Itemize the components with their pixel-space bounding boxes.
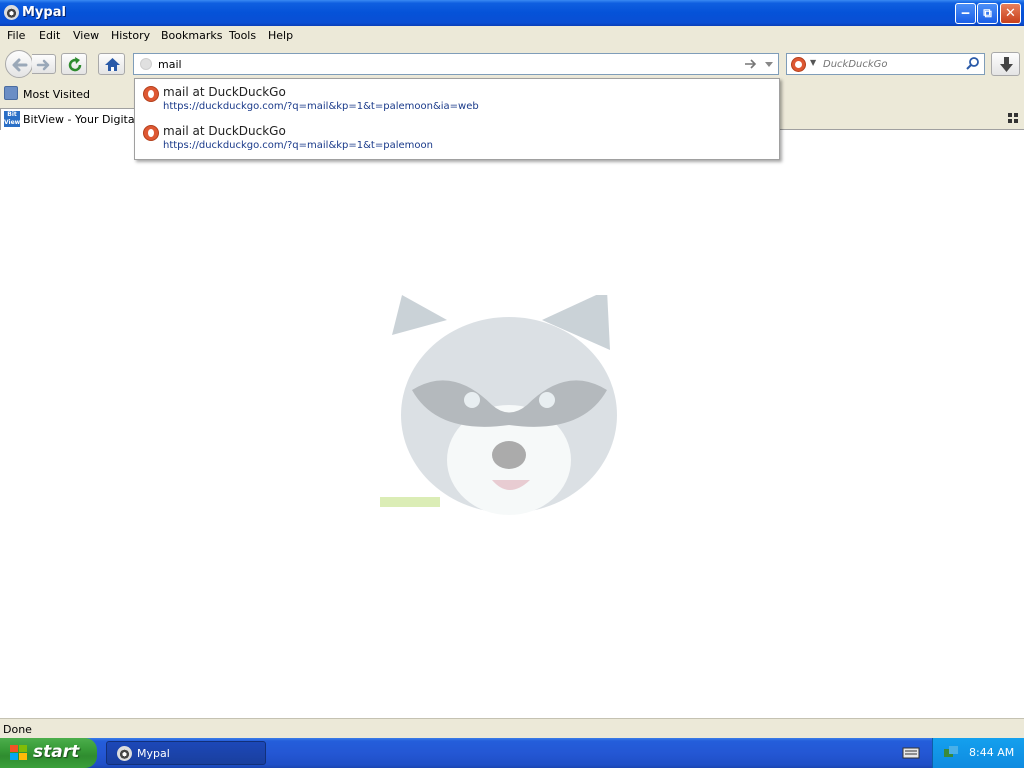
menu-edit[interactable]: Edit <box>39 29 60 42</box>
autocomplete-item[interactable]: mail at DuckDuckGo https://duckduckgo.co… <box>135 79 779 117</box>
tab-title: BitView - Your Digital Video Repository <box>23 113 138 126</box>
minimize-button[interactable]: ‒ <box>955 3 976 24</box>
home-button[interactable] <box>98 53 125 75</box>
navigation-toolbar: ▼ <box>0 46 1024 82</box>
site-identity-icon[interactable] <box>140 58 152 70</box>
system-tray: 8:44 AM <box>932 738 1024 768</box>
menu-tools[interactable]: Tools <box>229 29 256 42</box>
mypal-app-icon <box>117 746 132 761</box>
reload-button[interactable] <box>61 53 87 75</box>
history-dropdown-icon[interactable] <box>762 56 776 72</box>
reload-icon <box>68 57 82 72</box>
close-icon: ✕ <box>1005 6 1016 21</box>
back-arrow-icon <box>12 58 28 72</box>
back-button[interactable] <box>5 50 33 78</box>
autocomplete-title: mail at DuckDuckGo <box>163 124 286 138</box>
restore-icon: ⧉ <box>983 6 992 20</box>
raccoon-mascot-image <box>380 295 617 515</box>
menu-view[interactable]: View <box>73 29 99 42</box>
tab-bitview[interactable]: Bit View BitView - Your Digital Video Re… <box>0 108 138 130</box>
tab-list-icon[interactable] <box>1008 113 1018 123</box>
autocomplete-title: mail at DuckDuckGo <box>163 85 286 99</box>
menu-bookmarks[interactable]: Bookmarks <box>161 29 222 42</box>
clock[interactable]: 8:44 AM <box>969 746 1014 759</box>
start-button[interactable]: start <box>0 738 97 768</box>
taskbar-item-mypal[interactable]: Mypal <box>106 741 266 765</box>
url-input[interactable] <box>158 56 738 72</box>
bookmark-folder-icon <box>4 86 18 100</box>
search-icon[interactable] <box>965 56 981 72</box>
home-icon <box>105 58 120 71</box>
minimize-icon: ‒ <box>960 6 971 21</box>
forward-button[interactable] <box>32 54 56 74</box>
menu-bar: File Edit View History Bookmarks Tools H… <box>0 26 1024 46</box>
downloads-button[interactable] <box>991 52 1020 76</box>
duckduckgo-engine-icon[interactable] <box>791 57 806 72</box>
engine-dropdown-icon[interactable]: ▼ <box>810 58 816 67</box>
bookmark-label: Most Visited <box>23 88 90 101</box>
menu-help[interactable]: Help <box>268 29 293 42</box>
menu-file[interactable]: File <box>7 29 25 42</box>
status-text: Done <box>3 723 32 736</box>
search-input[interactable] <box>823 56 963 72</box>
url-autocomplete-popup: mail at DuckDuckGo https://duckduckgo.co… <box>134 78 780 160</box>
autocomplete-url: https://duckduckgo.com/?q=mail&kp=1&t=pa… <box>163 101 479 112</box>
autocomplete-item[interactable]: mail at DuckDuckGo https://duckduckgo.co… <box>135 118 779 156</box>
menu-history[interactable]: History <box>111 29 150 42</box>
page-content <box>0 130 1024 718</box>
go-arrow-icon[interactable] <box>743 56 757 72</box>
duckduckgo-icon <box>143 86 159 102</box>
windows-flag-icon <box>10 745 27 760</box>
network-icon[interactable] <box>943 745 959 761</box>
search-bar[interactable]: ▼ <box>786 53 985 75</box>
bitview-favicon: Bit View <box>4 111 21 127</box>
autocomplete-url: https://duckduckgo.com/?q=mail&kp=1&t=pa… <box>163 140 433 151</box>
duckduckgo-icon <box>143 125 159 141</box>
status-bar: Done <box>0 718 1024 738</box>
forward-arrow-icon <box>36 59 50 71</box>
taskbar: start Mypal 8:44 AM <box>0 738 1024 768</box>
mypal-app-icon <box>4 5 19 20</box>
restore-button[interactable]: ⧉ <box>977 3 998 24</box>
start-label: start <box>33 742 80 762</box>
url-bar[interactable] <box>133 53 779 75</box>
close-button[interactable]: ✕ <box>1000 3 1021 24</box>
window-titlebar[interactable]: Mypal ‒ ⧉ ✕ <box>0 0 1024 26</box>
keyboard-icon[interactable] <box>902 746 920 760</box>
download-arrow-icon <box>1000 57 1013 72</box>
taskbar-item-label: Mypal <box>137 747 170 760</box>
window-title: Mypal <box>22 5 66 20</box>
